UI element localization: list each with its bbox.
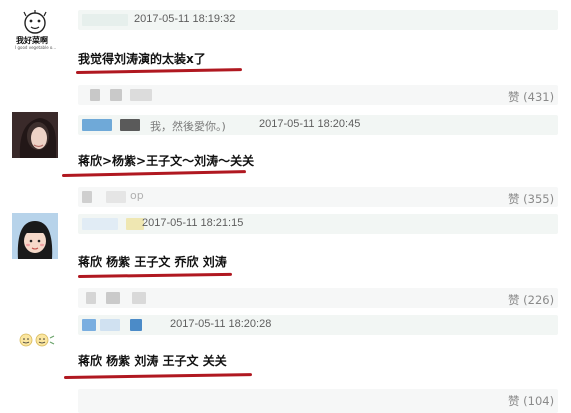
blurred-username [100, 319, 120, 331]
blurred-username [130, 319, 142, 331]
username-fragment: 我，然後愛你。) [150, 120, 226, 133]
blurred-meta [130, 89, 152, 101]
highlight-underline [63, 373, 253, 379]
like-button[interactable]: 赞 (355) [508, 191, 554, 207]
comment-footer-bar [78, 187, 558, 207]
highlight-underline [77, 272, 233, 278]
comment-text: 蒋欣 杨紫 王子文 乔欣 刘涛 [78, 255, 227, 269]
comment-footer-bar [78, 288, 558, 308]
blurred-meta [106, 292, 120, 304]
comment-text: 蒋欣 杨紫 刘涛 王子文 关关 [78, 354, 227, 368]
blurred-meta [132, 292, 146, 304]
avatar[interactable] [12, 112, 58, 158]
blurred-username [82, 14, 128, 26]
blurred-meta [86, 292, 96, 304]
blurred-meta [82, 191, 92, 203]
blurred-meta [90, 89, 100, 101]
highlight-underline [61, 170, 246, 177]
blurred-username [120, 119, 140, 131]
comment-text: 我觉得刘涛演的太装x了 [78, 52, 206, 66]
comment-timestamp: 2017-05-11 18:20:28 [170, 318, 272, 330]
like-button[interactable]: 赞 (431) [508, 89, 554, 105]
comment-text: 蒋欣>杨紫>王子文～刘涛～关关 [78, 154, 255, 168]
avatar[interactable] [12, 316, 58, 362]
comment-footer-bar [78, 389, 558, 413]
avatar[interactable]: 我好菜啊 I good vegetable o... [12, 8, 58, 54]
blurred-username [82, 218, 118, 230]
avatar-caption-sub: I good vegetable o... [15, 45, 57, 50]
avatar[interactable] [12, 213, 58, 259]
comment-timestamp: 2017-05-11 18:19:32 [134, 13, 236, 25]
comment-timestamp: 2017-05-11 18:20:45 [259, 118, 361, 130]
comment-meta-bar [78, 315, 558, 335]
portrait-avatar-icon [12, 112, 58, 158]
blurred-meta-text: op [130, 189, 144, 202]
blurred-meta [106, 191, 126, 203]
comment-timestamp: 2017-05-11 18:21:15 [142, 217, 244, 229]
emoji-faces-avatar-icon [12, 316, 58, 362]
blurred-username [82, 319, 96, 331]
cartoon-girl-avatar-icon [12, 213, 58, 259]
like-button[interactable]: 赞 (226) [508, 292, 554, 308]
blurred-username [82, 119, 112, 131]
highlight-underline [75, 68, 243, 74]
blurred-meta [110, 89, 122, 101]
like-button[interactable]: 赞 (104) [508, 393, 554, 409]
